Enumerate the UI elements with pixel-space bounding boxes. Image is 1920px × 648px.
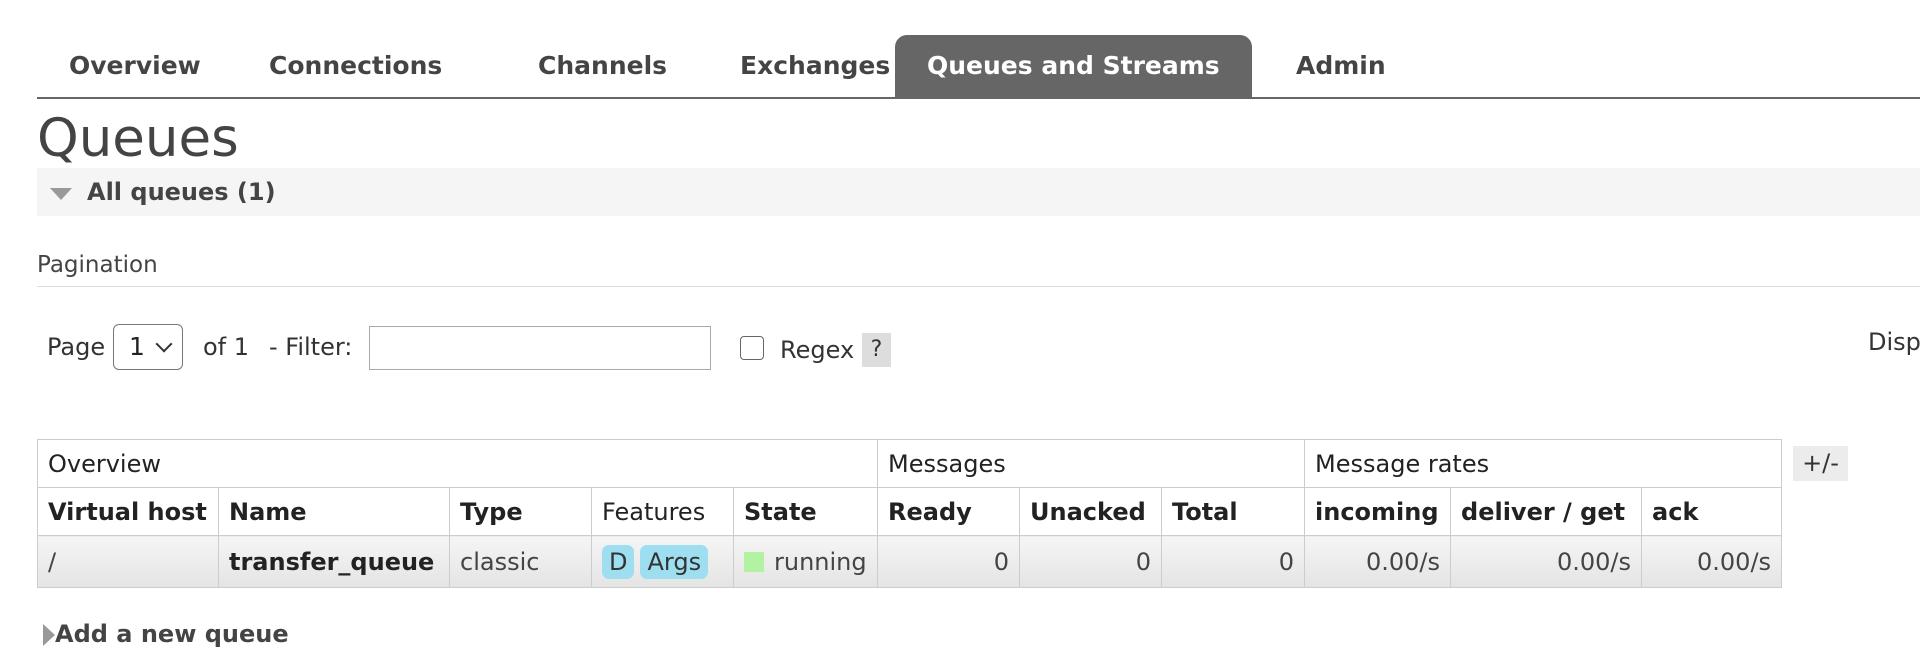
table-group-header-row: Overview Messages Message rates xyxy=(36,439,1783,488)
col-name[interactable]: Name xyxy=(218,487,450,536)
pagination-title: Pagination xyxy=(37,252,158,278)
collapse-triangle-icon xyxy=(50,188,72,200)
col-total[interactable]: Total xyxy=(1161,487,1306,536)
col-deliver-get[interactable]: deliver / get xyxy=(1450,487,1643,536)
group-overview: Overview xyxy=(36,439,879,488)
cell-incoming: 0.00/s xyxy=(1304,535,1452,588)
table-row[interactable]: / transfer_queue classic D Args running 0… xyxy=(37,535,1783,588)
all-queues-section-toggle[interactable]: All queues (1) xyxy=(37,168,1920,216)
cell-ready: 0 xyxy=(877,535,1021,588)
col-ready[interactable]: Ready xyxy=(877,487,1021,536)
add-new-queue-toggle[interactable]: Add a new queue xyxy=(55,620,289,648)
cell-unacked: 0 xyxy=(1019,535,1163,588)
tab-connections[interactable]: Connections xyxy=(237,35,474,97)
tab-overview[interactable]: Overview xyxy=(37,35,233,97)
display-label: Disp xyxy=(1868,328,1920,356)
cell-vhost: / xyxy=(37,535,219,588)
regex-label: Regex xyxy=(780,336,855,364)
page-select[interactable]: 1 xyxy=(113,324,183,370)
chevron-down-icon xyxy=(155,335,173,353)
filter-input[interactable] xyxy=(369,326,711,370)
all-queues-label: All queues (1) xyxy=(87,178,276,206)
group-message-rates: Message rates xyxy=(1304,439,1783,488)
col-unacked[interactable]: Unacked xyxy=(1019,487,1163,536)
state-running-indicator-icon xyxy=(744,551,764,572)
regex-help-button[interactable]: ? xyxy=(862,333,891,367)
col-virtual-host[interactable]: Virtual host xyxy=(37,487,219,536)
cell-type: classic xyxy=(449,535,592,588)
page-select-value: 1 xyxy=(129,332,145,361)
cell-ack: 0.00/s xyxy=(1641,535,1783,588)
pagination-divider xyxy=(37,286,1920,287)
queues-table: Overview Messages Message rates Virtual … xyxy=(36,439,1783,588)
page-count-label: of 1 xyxy=(203,333,250,361)
cell-total: 0 xyxy=(1161,535,1306,588)
main-nav-tabs: Overview Connections Channels Exchanges … xyxy=(37,35,1920,99)
tab-channels[interactable]: Channels xyxy=(506,35,699,97)
filter-label: - Filter: xyxy=(269,333,353,361)
state-text: running xyxy=(774,547,867,576)
feature-badge-durable: D xyxy=(602,544,635,579)
feature-badge-args: Args xyxy=(640,544,709,579)
page-label: Page xyxy=(47,333,106,361)
tab-admin[interactable]: Admin xyxy=(1264,35,1418,97)
col-ack[interactable]: ack xyxy=(1641,487,1783,536)
table-header-row: Virtual host Name Type Features State Re… xyxy=(37,487,1783,536)
cell-state: running xyxy=(732,535,879,588)
cell-deliver-get: 0.00/s xyxy=(1450,535,1643,588)
cell-queue-name-link[interactable]: transfer_queue xyxy=(218,535,450,588)
tab-queues-and-streams[interactable]: Queues and Streams xyxy=(895,35,1252,97)
tab-exchanges[interactable]: Exchanges xyxy=(708,35,922,97)
col-type[interactable]: Type xyxy=(449,487,592,536)
group-messages: Messages xyxy=(877,439,1306,488)
expand-triangle-icon xyxy=(43,624,55,646)
col-features: Features xyxy=(591,487,734,536)
regex-checkbox[interactable] xyxy=(740,336,764,360)
cell-features: D Args xyxy=(591,535,734,588)
column-toggle-button[interactable]: +/- xyxy=(1793,446,1848,481)
col-state[interactable]: State xyxy=(732,487,879,536)
col-incoming[interactable]: incoming xyxy=(1304,487,1452,536)
page-title: Queues xyxy=(37,108,239,169)
